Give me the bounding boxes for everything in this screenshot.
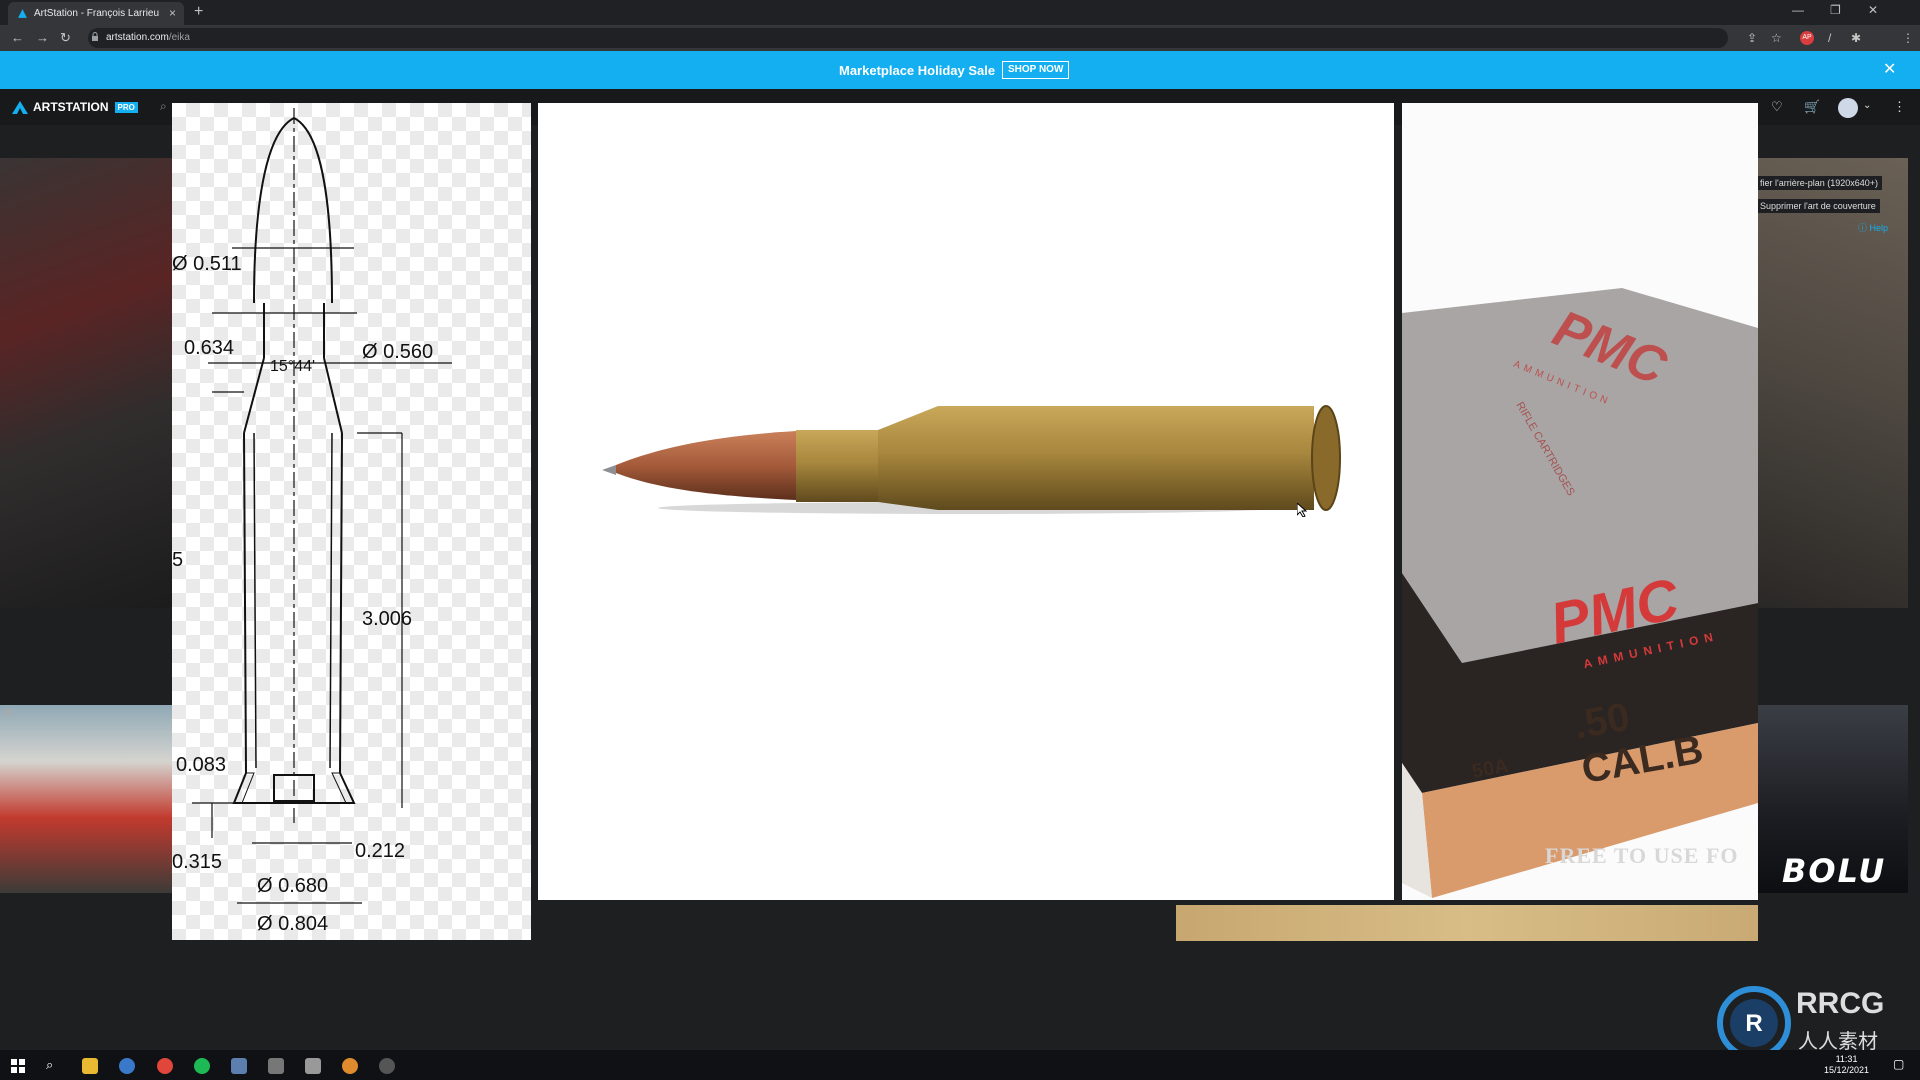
tab-close-icon[interactable]: × [169,6,176,20]
windows-start-icon[interactable] [10,1058,26,1074]
background-artwork[interactable] [0,158,172,608]
bookmark-star-icon[interactable]: ☆ [1771,31,1782,45]
logo-text: ARTSTATION [33,100,109,114]
heart-icon[interactable]: ♡ [1771,99,1783,115]
cartridge-photo [602,405,1341,514]
dimension-label: 0.212 [355,840,406,862]
cartridge-photo-panel[interactable] [538,103,1394,900]
chrome-icon[interactable] [157,1058,173,1074]
more-icon[interactable]: ⋮ [1893,99,1906,115]
remove-cover-tooltip[interactable]: Supprimer l'art de couverture [1756,199,1880,213]
cartridge-drawing [192,108,452,904]
share-icon[interactable]: ⇪ [1747,31,1757,45]
pro-badge: PRO [114,101,138,113]
new-tab-button[interactable]: + [194,3,203,21]
rrcg-watermark: R RRCG 人人素材 [1716,985,1916,1060]
gallery-icon[interactable]: ▤ [4,707,13,718]
file-explorer-icon[interactable] [82,1058,98,1074]
user-avatar[interactable] [1838,98,1858,118]
chevron-down-icon[interactable]: ⌄ [1863,100,1871,111]
url-path: /eika [168,32,190,43]
background-artwork[interactable] [0,705,172,893]
clock-date: 15/12/2021 [1824,1065,1870,1075]
dimension-label: Ø 0.680 [257,875,329,897]
artstation-favicon-icon [18,9,27,18]
help-label: Help [1869,223,1889,233]
notifications-icon[interactable]: ▢ [1893,1057,1904,1071]
extension-icon[interactable]: / [1828,31,1831,45]
minimize-icon[interactable]: — [1792,3,1804,17]
window-close-icon[interactable]: ✕ [1868,3,1878,17]
restore-icon[interactable]: ❐ [1830,3,1841,17]
omnibox[interactable]: artstation.com/eika [88,28,1728,48]
app-icon[interactable] [268,1058,284,1074]
search-icon[interactable]: ⌕ [160,99,167,114]
extension-badge[interactable]: AP [1800,31,1814,45]
reload-icon[interactable]: ↻ [60,30,71,46]
browser-tab[interactable]: ArtStation - François Larrieu × [8,2,184,25]
rrcg-brand: RRCG [1796,987,1885,1020]
cart-icon[interactable]: 🛒 [1804,99,1820,115]
app-icon[interactable] [231,1058,247,1074]
blender-icon[interactable] [342,1058,358,1074]
ammo-box-photo [1402,288,1758,898]
dimension-label: 5 [172,549,184,571]
dimension-label: 0.634 [184,337,235,359]
mouse-cursor-icon [1297,503,1307,517]
change-background-tooltip[interactable]: fier l'arrière-plan (1920x640+) [1756,176,1883,190]
tab-title: ArtStation - François Larrieu [34,8,160,19]
app-icon[interactable] [119,1058,135,1074]
shop-now-button[interactable]: SHOP NOW [1002,61,1070,79]
app-icon[interactable] [379,1058,395,1074]
artwork-title-text: BOLU [1782,852,1887,890]
ammo-box-panel[interactable]: PMC AMMUNITION RIFLE CARTRIDGES PMC AMMU… [1402,103,1758,900]
dimension-label: 0.083 [176,754,227,776]
search-taskbar-icon[interactable]: ⌕ [46,1057,53,1073]
address-bar-row: ← → ↻ artstation.com/eika ⇪ ☆ AP / ✱ F ⋮ [0,25,1920,70]
browser-tabstrip: ArtStation - François Larrieu × + — ❐ ✕ [0,0,1920,25]
taskbar-clock[interactable]: 11:31 15/12/2021 [1824,1054,1869,1076]
dimension-label: 15°44' [270,358,316,375]
svg-text:R: R [1745,1010,1762,1037]
dimension-label: Ø 0.804 [257,913,329,935]
dimension-label: Ø 0.560 [362,341,434,363]
url-text: artstation.com/eika [106,32,190,43]
lock-icon [92,32,98,41]
puzzle-icon[interactable]: ✱ [1851,31,1861,45]
reference-image-strip[interactable] [1176,905,1758,941]
dimension-label: Ø 0.511 [172,253,242,275]
app-icon[interactable] [305,1058,321,1074]
dimension-label: 3.006 [362,608,413,630]
url-host: artstation.com [106,32,169,43]
clock-time: 11:31 [1835,1054,1858,1064]
dimension-label: 0.315 [172,851,223,873]
forward-icon[interactable]: → [36,30,49,45]
artstation-logo[interactable]: ARTSTATION PRO [12,100,138,114]
back-icon[interactable]: ← [11,30,24,45]
windows-taskbar: ⌕ 11:31 15/12/2021 ▢ [0,1050,1920,1080]
help-link[interactable]: ⓘ Help [1858,221,1888,234]
promo-banner: Marketplace Holiday Sale SHOP NOW ✕ [0,51,1920,89]
browser-menu-icon[interactable]: ⋮ [1902,31,1914,45]
banner-close-icon[interactable]: ✕ [1883,59,1896,79]
free-to-use-watermark: FREE TO USE FO [1545,843,1739,868]
cartridge-drawing-panel[interactable]: Ø 0.511 0.634 15°44' Ø 0.560 5 3.006 0.0… [172,103,531,940]
banner-text: Marketplace Holiday Sale [839,63,996,78]
artstation-logo-icon [12,100,28,114]
spotify-icon[interactable] [194,1058,210,1074]
